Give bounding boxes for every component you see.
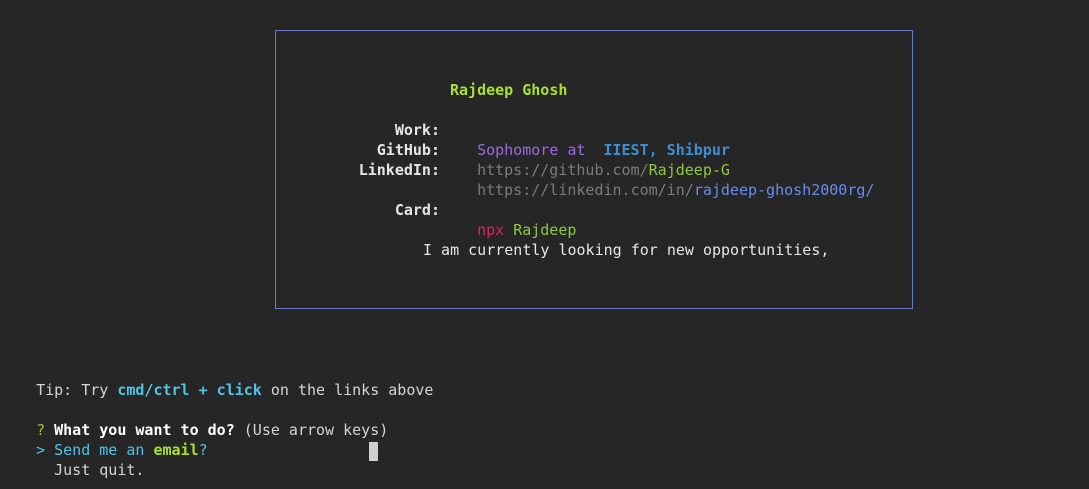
work-label: Work: — [394, 121, 440, 139]
tip-suffix: on the links above — [261, 381, 434, 399]
linkedin-base: https://linkedin.com/in/ — [477, 181, 694, 199]
option-keyword: email — [153, 441, 199, 459]
tip-line: Tip: Try cmd/ctrl + click on the links a… — [18, 360, 433, 399]
option-quit[interactable]: Just quit. — [18, 440, 144, 479]
prompt-hint: (Use arrow keys) — [243, 421, 389, 439]
npx-keyword: npx — [477, 221, 505, 239]
prompt-question-line: ? What you want to do? (Use arrow keys) — [18, 400, 388, 439]
option-quit-label: Just quit. — [54, 461, 145, 479]
card-cmd-label: Card: — [394, 201, 440, 219]
tip-prefix: Tip: Try — [36, 381, 118, 399]
linkedin-label: LinkedIn: — [358, 161, 440, 179]
option-send-email[interactable]: > Send me an email? — [18, 420, 208, 459]
linkedin-handle: rajdeep-ghosh2000rg/ — [693, 181, 875, 199]
card-name: Rajdeep Ghosh — [450, 81, 568, 99]
linkedin-link[interactable]: https://linkedin.com/in/rajdeep-ghosh200… — [459, 160, 874, 200]
npx-package: Rajdeep — [513, 221, 577, 239]
card-cmd-value: npx Rajdeep — [459, 200, 576, 240]
tip-keys: cmd/ctrl + click — [117, 381, 262, 399]
option-pointer-blank — [36, 461, 45, 479]
terminal-cursor — [369, 442, 378, 461]
card-message: I am currently looking for new opportuni… — [423, 241, 830, 259]
github-label: GitHub: — [376, 141, 440, 159]
option-suffix: ? — [198, 441, 208, 459]
